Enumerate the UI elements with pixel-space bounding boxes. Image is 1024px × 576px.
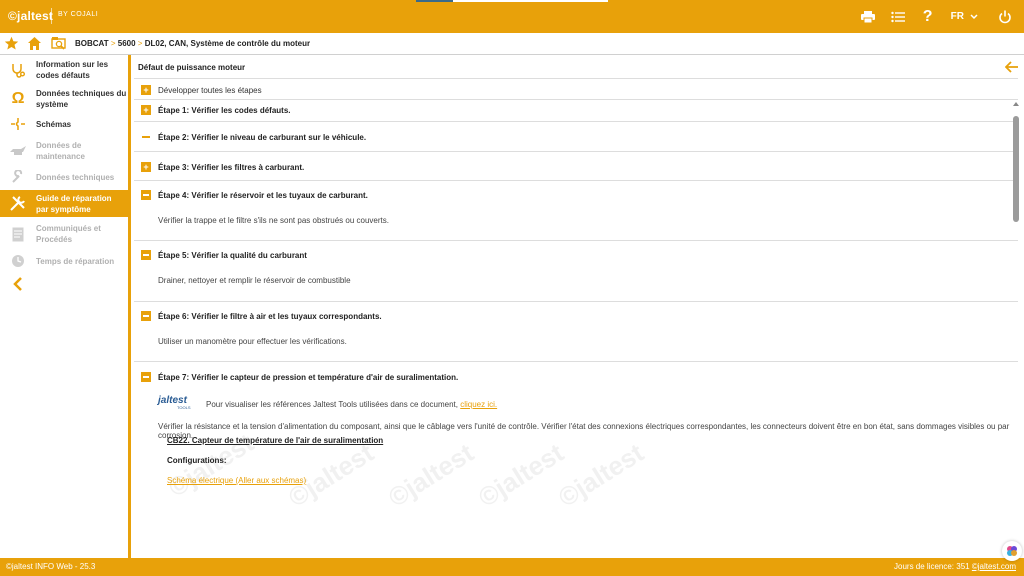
vehicle-search-icon[interactable] bbox=[51, 36, 67, 51]
step-title: Étape 3: Vérifier les filtres à carburan… bbox=[158, 163, 305, 172]
jaltest-tools-logo: jaltest TOOLS bbox=[158, 395, 191, 410]
sidebar-item-label: Communiqués et Procédés bbox=[36, 224, 101, 244]
step-title: Étape 1: Vérifier les codes défauts. bbox=[158, 106, 291, 115]
step-body: Vérifier la trappe et le filtre s'ils ne… bbox=[158, 216, 389, 225]
expand-all-label: Développer toutes les étapes bbox=[158, 86, 262, 95]
configurations-label: Configurations: bbox=[167, 456, 227, 465]
stethoscope-icon bbox=[9, 61, 27, 79]
step-title: Étape 7: Vérifier le capteur de pression… bbox=[158, 373, 459, 382]
document-icon bbox=[9, 225, 27, 243]
power-icon[interactable] bbox=[990, 0, 1020, 33]
brand-logo: ©jaltest bbox=[8, 9, 54, 23]
top-bar: ©jaltest BY COJALI ? FR bbox=[0, 0, 1024, 33]
minus-icon bbox=[141, 372, 151, 382]
language-selector[interactable]: FR bbox=[951, 11, 978, 22]
step-3[interactable]: + Étape 3: Vérifier les filtres à carbur… bbox=[134, 152, 1018, 181]
schema-link[interactable]: Schéma électrique (Aller aux schémas) bbox=[167, 476, 306, 485]
sidebar-item-maintenance: Données de maintenance bbox=[0, 137, 128, 163]
sidebar-item-guide-reparation[interactable]: Guide de réparation par symptôme bbox=[0, 190, 128, 217]
minus-icon bbox=[141, 132, 151, 142]
sidebar: Information sur les codes défauts Ω Donné… bbox=[0, 55, 131, 558]
step-body: Drainer, nettoyer et remplir le réservoi… bbox=[158, 276, 351, 285]
sidebar-item-schemas[interactable]: Schémas bbox=[0, 113, 128, 135]
list-icon[interactable] bbox=[883, 0, 913, 33]
sidebar-item-label: Données de maintenance bbox=[36, 141, 85, 161]
step-title: Étape 5: Vérifier la qualité du carburan… bbox=[158, 251, 307, 260]
sidebar-item-label: Temps de réparation bbox=[36, 257, 115, 266]
step-7[interactable]: Étape 7: Vérifier le capteur de pression… bbox=[134, 362, 1018, 558]
header-actions: ? FR bbox=[853, 0, 1024, 33]
sidebar-collapse-button[interactable] bbox=[0, 275, 128, 293]
breadcrumb: BOBCAT > 5600 > DL02, CAN, Système de co… bbox=[75, 39, 311, 48]
scroll-up-icon[interactable] bbox=[1013, 102, 1019, 106]
component-title: CB22. Capteur de température de l'air de… bbox=[167, 436, 384, 445]
main-content: Défaut de puissance moteur + Développer … bbox=[134, 55, 1024, 558]
back-arrow-icon[interactable] bbox=[1004, 60, 1019, 78]
home-icon[interactable] bbox=[27, 36, 42, 51]
language-label: FR bbox=[950, 11, 964, 22]
breadcrumb-model[interactable]: 5600 bbox=[118, 39, 136, 48]
minus-icon bbox=[141, 311, 151, 321]
step-title: Étape 4: Vérifier le réservoir et les tu… bbox=[158, 191, 368, 200]
brand-by-cojali: BY COJALI bbox=[58, 11, 99, 18]
site-link[interactable]: ©jaltest.com bbox=[972, 562, 1016, 571]
scrollbar[interactable] bbox=[1012, 100, 1020, 558]
tools-reference-link[interactable]: cliquez ici. bbox=[460, 400, 497, 409]
license-days: 351 bbox=[956, 562, 970, 571]
sidebar-item-label: Schémas bbox=[36, 120, 72, 129]
plus-icon: + bbox=[141, 162, 151, 172]
sidebar-item-label: Guide de réparation par symptôme bbox=[36, 194, 112, 214]
step-4[interactable]: Étape 4: Vérifier le réservoir et les tu… bbox=[134, 181, 1018, 241]
step-5[interactable]: Étape 5: Vérifier la qualité du carburan… bbox=[134, 241, 1018, 302]
oil-can-icon bbox=[9, 141, 27, 159]
sidebar-item-temps-reparation: Temps de réparation bbox=[0, 251, 128, 271]
step-title: Étape 2: Vérifier le niveau de carburant… bbox=[158, 133, 367, 142]
breadcrumb-make[interactable]: BOBCAT bbox=[75, 39, 109, 48]
chevron-down-icon bbox=[970, 13, 978, 19]
sidebar-item-donnees-systeme[interactable]: Ω Données techniques du système bbox=[0, 85, 128, 113]
sidebar-item-communiques: Communiqués et Procédés bbox=[0, 220, 128, 248]
printer-icon[interactable] bbox=[853, 0, 883, 33]
schematic-icon bbox=[9, 115, 27, 133]
brand-divider bbox=[51, 8, 52, 24]
breadcrumb-bar: BOBCAT > 5600 > DL02, CAN, Système de co… bbox=[0, 33, 1024, 55]
step-title: Étape 6: Vérifier le filtre à air et les… bbox=[158, 312, 382, 321]
steps-list: ©jaltest ©jaltest ©jaltest ©jaltest ©jal… bbox=[134, 100, 1018, 558]
step-1[interactable]: + Étape 1: Vérifier les codes défauts. bbox=[134, 100, 1018, 122]
loading-strip bbox=[416, 0, 608, 2]
step-2[interactable]: Étape 2: Vérifier le niveau de carburant… bbox=[134, 122, 1018, 152]
omega-icon: Ω bbox=[11, 90, 25, 107]
wrench-icon bbox=[9, 168, 27, 186]
chat-widget-icon[interactable] bbox=[1002, 541, 1022, 561]
help-icon[interactable]: ? bbox=[913, 0, 943, 33]
expand-all-row[interactable]: + Développer toutes les étapes bbox=[134, 78, 1018, 100]
step-6[interactable]: Étape 6: Vérifier le filtre à air et les… bbox=[134, 302, 1018, 362]
plus-icon: + bbox=[141, 105, 151, 115]
sidebar-item-label: Information sur les codes défauts bbox=[36, 60, 109, 80]
sidebar-item-donnees-techniques: Données techniques bbox=[0, 167, 128, 187]
tools-reference-text: Pour visualiser les références Jaltest T… bbox=[206, 400, 498, 409]
chevron-left-icon bbox=[9, 275, 27, 293]
tools-icon bbox=[9, 194, 27, 212]
minus-icon bbox=[141, 250, 151, 260]
license-info: Jours de licence: 351 ©jaltest.com bbox=[894, 562, 1016, 571]
sidebar-item-codes-defauts[interactable]: Information sur les codes défauts bbox=[0, 55, 128, 85]
sidebar-item-label: Données techniques du système bbox=[36, 89, 127, 109]
sidebar-item-label: Données techniques bbox=[36, 173, 115, 182]
breadcrumb-system: DL02, CAN, Système de contrôle du moteur bbox=[144, 39, 311, 48]
page-title: Défaut de puissance moteur bbox=[138, 63, 246, 72]
version-label: ©jaltest INFO Web - 25.3 bbox=[6, 562, 96, 571]
scrollbar-thumb[interactable] bbox=[1013, 116, 1019, 222]
plus-icon: + bbox=[141, 85, 151, 95]
footer: ©jaltest INFO Web - 25.3 Jours de licenc… bbox=[0, 558, 1024, 576]
step-body: Utiliser un manomètre pour effectuer les… bbox=[158, 337, 347, 346]
clock-icon bbox=[9, 252, 27, 270]
star-icon[interactable] bbox=[4, 36, 19, 51]
minus-icon bbox=[141, 190, 151, 200]
